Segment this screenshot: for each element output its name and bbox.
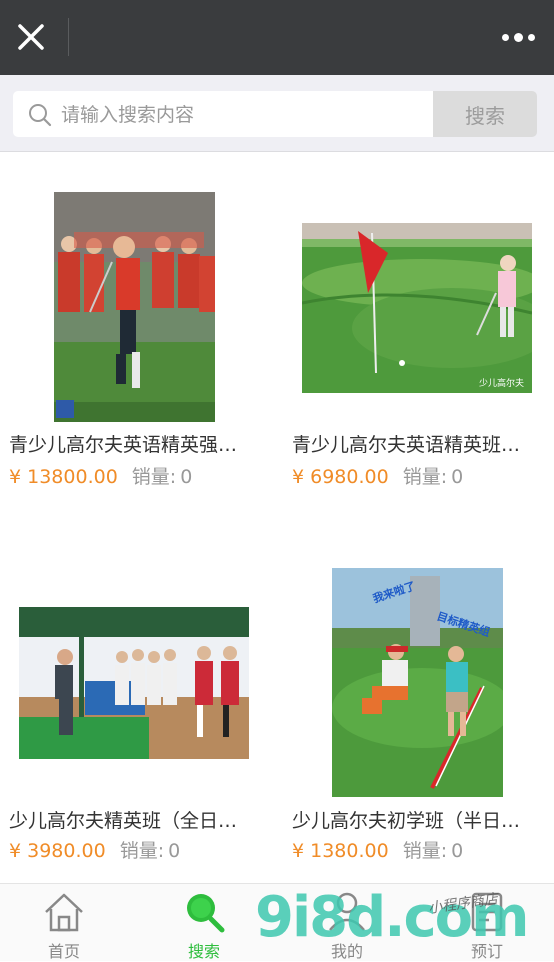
more-button[interactable] bbox=[498, 22, 538, 52]
product-meta: ¥ 3980.00 销量: 0 bbox=[9, 836, 271, 863]
product-image[interactable] bbox=[19, 607, 249, 759]
product-meta: ¥ 1380.00 销量: 0 bbox=[292, 836, 554, 863]
user-icon bbox=[329, 892, 365, 931]
product-price: ¥ 3980.00 bbox=[9, 840, 106, 862]
more-icon bbox=[501, 33, 509, 41]
nav-label: 搜索 bbox=[187, 942, 220, 961]
sales-value: 0 bbox=[168, 840, 181, 862]
nav-item-mine[interactable]: 我的 bbox=[297, 888, 397, 961]
product-meta: ¥ 6980.00 销量: 0 bbox=[292, 462, 554, 489]
product-name[interactable]: 青少儿高尔夫英语精英强… bbox=[9, 430, 271, 457]
search-bar: 搜索 bbox=[0, 75, 554, 152]
product-name[interactable]: 少儿高尔夫精英班（全日… bbox=[9, 806, 271, 833]
product-meta: ¥ 13800.00 销量: 0 bbox=[9, 462, 271, 489]
search-button[interactable]: 搜索 bbox=[433, 91, 537, 137]
bottom-nav: 首页 搜索 我的 预订 bbox=[0, 883, 554, 961]
product-image[interactable] bbox=[54, 192, 215, 422]
search-icon bbox=[29, 104, 52, 127]
product-price: ¥ 13800.00 bbox=[9, 466, 118, 488]
home-icon bbox=[45, 893, 83, 932]
product-name[interactable]: 青少儿高尔夫英语精英班… bbox=[292, 430, 554, 457]
title-bar bbox=[0, 0, 554, 75]
sales-label: 销量: bbox=[119, 840, 165, 862]
sales-value: 0 bbox=[180, 466, 193, 488]
close-button[interactable] bbox=[14, 18, 48, 56]
close-icon bbox=[18, 24, 44, 50]
product-image[interactable]: 我来啦了 目标精英组 bbox=[332, 568, 503, 797]
sales-value: 0 bbox=[451, 466, 464, 488]
more-icon-dot bbox=[513, 32, 523, 42]
sales-label: 销量: bbox=[402, 466, 448, 488]
nav-item-search[interactable]: 搜索 bbox=[154, 888, 254, 961]
nav-item-order[interactable]: 预订 bbox=[437, 888, 537, 961]
product-image[interactable]: 少儿高尔夫 bbox=[302, 223, 532, 393]
divider bbox=[68, 18, 69, 56]
more-icon-dot bbox=[527, 33, 535, 41]
nav-label: 我的 bbox=[330, 942, 363, 961]
sales-value: 0 bbox=[451, 840, 464, 862]
nav-item-home[interactable]: 首页 bbox=[14, 888, 114, 961]
nav-label: 预订 bbox=[470, 942, 503, 961]
photo-caption: 少儿高尔夫 bbox=[478, 379, 524, 389]
product-name[interactable]: 少儿高尔夫初学班（半日… bbox=[292, 806, 554, 833]
sales-label: 销量: bbox=[131, 466, 177, 488]
search-box bbox=[13, 91, 433, 139]
search-icon bbox=[187, 894, 225, 933]
nav-label: 首页 bbox=[47, 942, 80, 961]
product-price: ¥ 6980.00 bbox=[292, 466, 389, 488]
search-input[interactable] bbox=[59, 91, 433, 139]
order-icon bbox=[471, 892, 503, 932]
product-price: ¥ 1380.00 bbox=[292, 840, 389, 862]
sales-label: 销量: bbox=[402, 840, 448, 862]
